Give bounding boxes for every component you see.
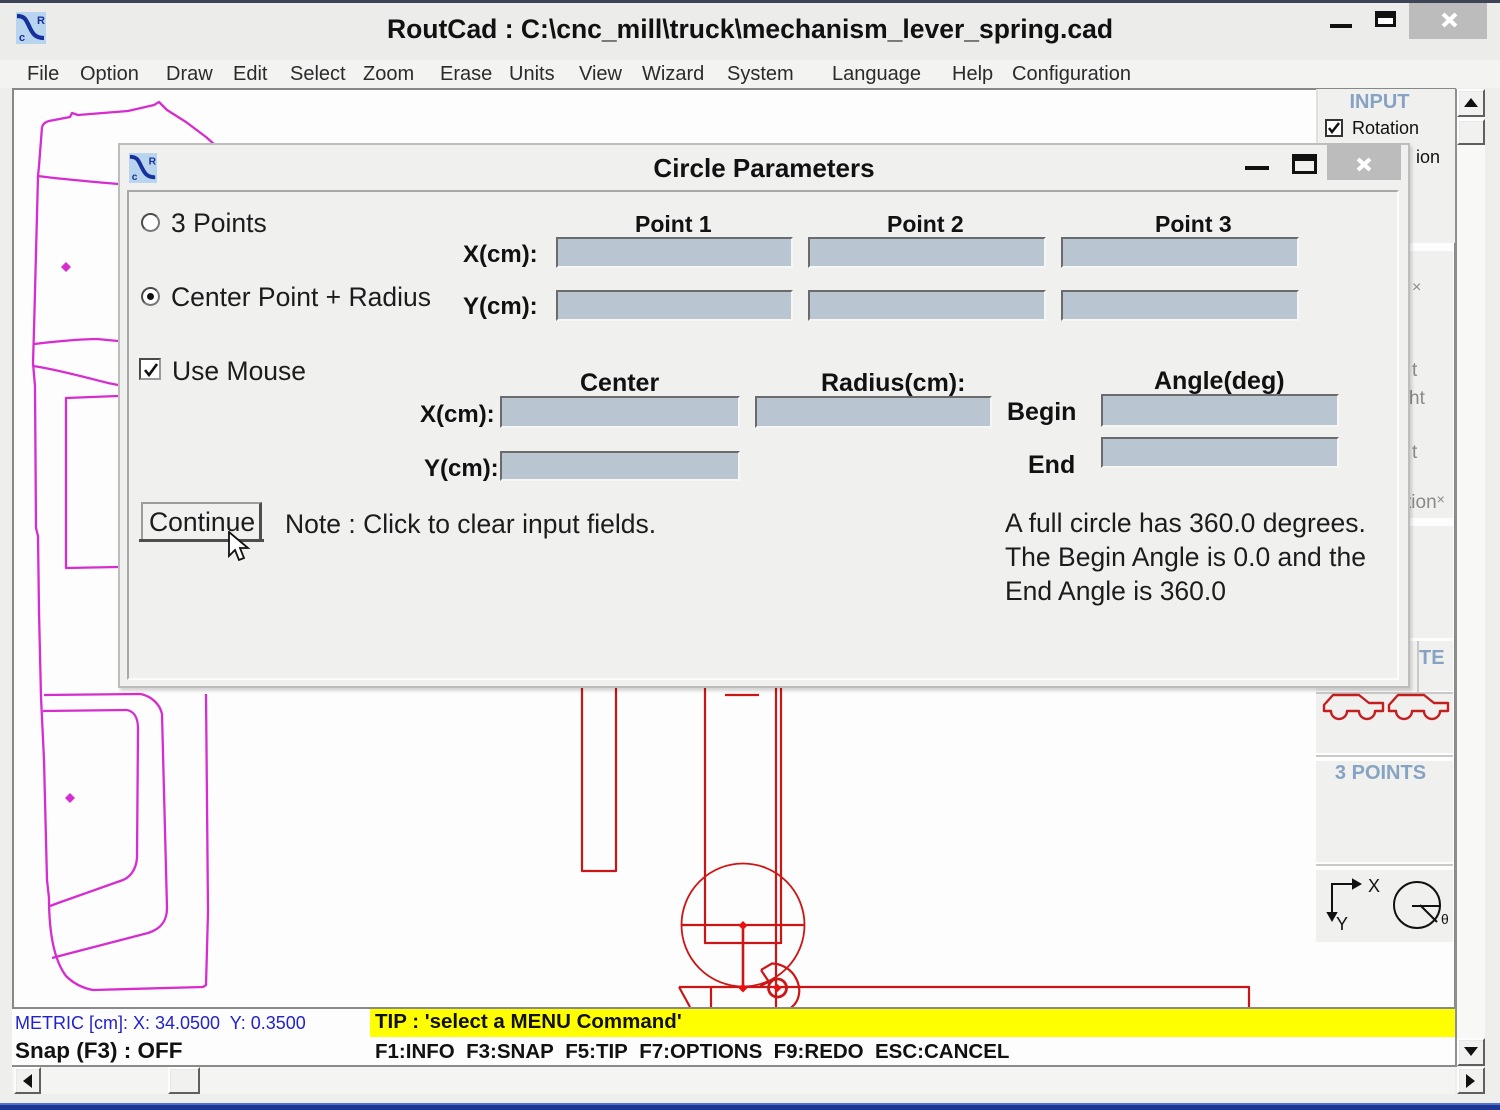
svg-text:θ: θ [1441,911,1449,927]
svg-text:c: c [132,172,138,183]
svg-text:R: R [149,156,157,167]
svg-text:X: X [1368,876,1380,896]
svg-text:Y: Y [1336,914,1348,934]
